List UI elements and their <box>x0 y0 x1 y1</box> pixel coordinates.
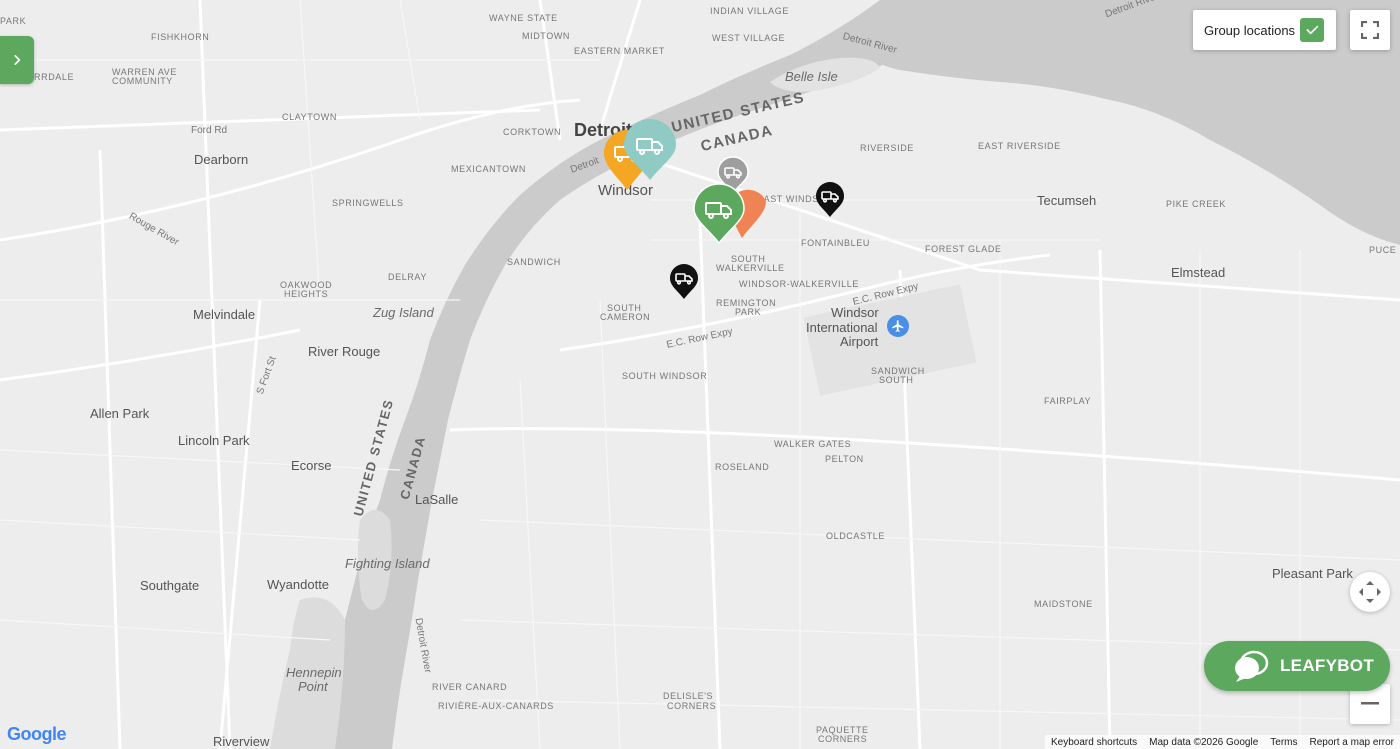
vehicle-marker-green[interactable] <box>692 182 746 249</box>
place-label: SANDWICH <box>507 257 561 267</box>
place-label: DELISLE'S <box>663 691 714 701</box>
place-label: WAYNE STATE <box>489 13 558 23</box>
group-locations-toggle[interactable]: Group locations <box>1193 10 1336 50</box>
keyboard-shortcuts-link[interactable]: Keyboard shortcuts <box>1051 737 1137 748</box>
place-label: CORNERS <box>667 701 717 711</box>
place-label: Melvindale <box>193 307 256 322</box>
place-label: ROSELAND <box>715 462 770 472</box>
place-label: Wyandotte <box>267 577 330 592</box>
place-label: EAST RIVERSIDE <box>978 141 1061 151</box>
place-label: SPRINGWELLS <box>332 198 404 208</box>
place-label: MEXICANTOWN <box>451 164 526 174</box>
terms-link[interactable]: Terms <box>1270 737 1297 748</box>
place-label: RRDALE <box>34 72 75 82</box>
place-label: RIVERSIDE <box>860 143 914 153</box>
place-label: Tecumseh <box>1037 193 1097 208</box>
place-label: PUCE <box>1369 245 1397 255</box>
place-label: LaSalle <box>415 492 459 507</box>
place-label: Zug Island <box>373 305 434 320</box>
place-label: SOUTH WINDSOR <box>622 371 708 381</box>
place-label: RIVIÈRE-AUX-CANARDS <box>438 701 554 711</box>
place-label: CLAYTOWN <box>282 112 337 122</box>
place-label: WEST VILLAGE <box>712 33 786 43</box>
place-label: WALKERVILLE <box>716 263 785 273</box>
place-label: MIDTOWN <box>522 31 571 41</box>
place-label: PIKE CREEK <box>1166 199 1227 209</box>
place-label: Lincoln Park <box>178 433 250 448</box>
place-label: PARK <box>735 307 762 317</box>
place-label: Airport <box>840 334 879 349</box>
fullscreen-button[interactable] <box>1350 10 1390 50</box>
place-label: CORKTOWN <box>503 127 562 137</box>
vehicle-marker-teal[interactable] <box>622 118 678 187</box>
place-label: International <box>806 320 878 335</box>
place-label: CORNERS <box>818 734 868 744</box>
place-label: WINDSOR-WALKERVILLE <box>739 279 859 289</box>
sidebar-toggle-button[interactable] <box>0 36 34 84</box>
minus-icon <box>1361 702 1379 705</box>
place-label: INDIAN VILLAGE <box>710 6 789 16</box>
vehicle-marker-black-east[interactable] <box>814 180 846 223</box>
place-label: PARK <box>0 16 27 26</box>
fullscreen-icon <box>1361 21 1379 39</box>
place-label: FOREST GLADE <box>925 244 1002 254</box>
place-label: Belle Isle <box>785 69 838 84</box>
airplane-icon[interactable] <box>887 315 909 337</box>
map-attribution-bar: Keyboard shortcuts Map data ©2026 Google… <box>1044 735 1400 749</box>
google-logo[interactable]: Google <box>7 724 67 745</box>
chevron-right-icon <box>14 55 21 65</box>
place-label: Pleasant Park <box>1272 566 1353 581</box>
place-label: EASTERN MARKET <box>574 46 665 56</box>
place-label: SOUTH <box>879 375 914 385</box>
place-label: COMMUNITY <box>112 76 173 86</box>
report-map-error-link[interactable]: Report a map error <box>1310 737 1394 748</box>
map-data-text: Map data ©2026 Google <box>1149 736 1259 748</box>
group-locations-label: Group locations <box>1204 22 1296 38</box>
place-label: PELTON <box>825 454 864 464</box>
place-label: Dearborn <box>194 152 249 167</box>
checkmark-icon <box>1306 25 1319 35</box>
place-label: Allen Park <box>90 406 150 421</box>
place-label: RIVER CANARD <box>432 682 508 692</box>
place-label: CAMERON <box>600 312 651 322</box>
place-label: Ecorse <box>291 458 332 473</box>
place-label: FISHKHORN <box>151 32 210 42</box>
place-label: Elmstead <box>1171 265 1226 280</box>
pan-arrows-icon <box>1359 581 1381 603</box>
leafybot-label: LEAFYBOT <box>1280 656 1375 675</box>
place-label: MAIDSTONE <box>1034 599 1093 609</box>
place-label: FAIRPLAY <box>1044 396 1092 406</box>
camera-control-button[interactable] <box>1350 572 1390 612</box>
place-label: WALKER GATES <box>774 439 852 449</box>
place-label: Riverview <box>213 734 270 749</box>
place-label: Southgate <box>140 578 200 593</box>
place-label: HEIGHTS <box>284 289 329 299</box>
leafybot-chat-button[interactable]: LEAFYBOT <box>1204 641 1390 691</box>
place-label: Fighting Island <box>345 556 430 571</box>
chat-bubbles-icon <box>1235 650 1269 682</box>
place-label: DELRAY <box>388 272 427 282</box>
place-label: River Rouge <box>308 344 381 359</box>
place-label: OLDCASTLE <box>826 531 885 541</box>
place-label: FONTAINBLEU <box>801 238 870 248</box>
group-locations-checkbox[interactable] <box>1300 18 1324 42</box>
place-label: Ford Rd <box>191 125 228 136</box>
place-label: Point <box>298 679 328 694</box>
vehicle-marker-black-south[interactable] <box>668 262 700 305</box>
place-label: Hennepin <box>286 665 342 680</box>
